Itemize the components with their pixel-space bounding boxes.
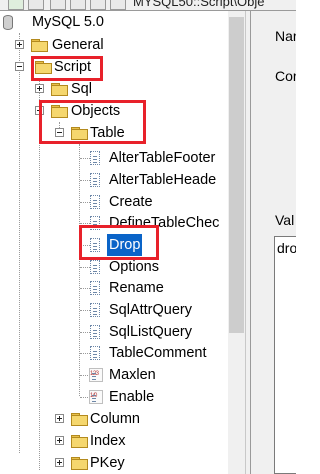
tree-node-root[interactable]: MySQL 5.0: [0, 11, 228, 33]
tree-node-label: General: [52, 37, 104, 53]
tree-node-pkey[interactable]: PKey: [0, 452, 228, 474]
folder-icon: [71, 435, 88, 448]
tree-leaf-label: Maxlen: [109, 367, 156, 383]
tree-leaf-altertablefooter[interactable]: AlterTableFooter: [0, 147, 228, 169]
tree-leaf-maxlen[interactable]: 123 Maxlen: [0, 364, 228, 386]
tree-leaf-create[interactable]: Create: [0, 191, 228, 213]
tree-line: [80, 180, 90, 181]
scrollbar-thumb[interactable]: [229, 17, 244, 333]
tree-leaf-label: SqlAttrQuery: [109, 302, 192, 318]
properties-pane: Nar Cor Val dro: [251, 11, 296, 474]
value-label: Val: [275, 212, 295, 228]
tree-node-index[interactable]: Index: [0, 430, 228, 452]
tree-node-label: Sql: [71, 81, 92, 97]
script-doc-icon: [90, 325, 100, 339]
expand-icon[interactable]: [35, 84, 44, 93]
folder-icon: [71, 457, 88, 470]
boolean-icon: 1/0: [89, 390, 103, 404]
tree-node-label: PKey: [90, 455, 125, 471]
value-textarea[interactable]: dro: [274, 236, 296, 474]
tree-leaf-label: Create: [109, 194, 153, 210]
toolbar-button-3[interactable]: [50, 0, 66, 10]
tree-node-sql[interactable]: Sql: [0, 78, 228, 100]
highlight-box-drop: [79, 225, 159, 260]
comment-label: Cor: [275, 68, 296, 84]
expand-icon[interactable]: [15, 40, 24, 49]
tree-leaf-label: Rename: [109, 280, 164, 296]
tree-leaf-label: AlterTableFooter: [109, 150, 216, 166]
tree-leaf-altertableheader[interactable]: AlterTableHeade: [0, 169, 228, 191]
toolbar-button-4[interactable]: [70, 0, 86, 10]
tree-line: [80, 288, 90, 289]
tree-scrollbar[interactable]: [228, 11, 245, 474]
number-icon: 123: [89, 368, 103, 382]
script-doc-icon: [90, 195, 100, 209]
name-label: Nar: [275, 28, 296, 44]
collapse-icon[interactable]: [15, 62, 24, 71]
tree-leaf-enable[interactable]: 1/0 Enable: [0, 386, 228, 408]
tree-line: [80, 310, 90, 311]
folder-icon: [31, 39, 48, 52]
highlight-box-script: [31, 56, 103, 81]
current-path: MYSQL50::Script\Obje: [133, 0, 265, 9]
script-doc-icon: [90, 281, 100, 295]
toolbar: MYSQL50::Script\Obje: [0, 0, 296, 11]
toolbar-button-6[interactable]: [110, 0, 126, 10]
tree-leaf-sqllistquery[interactable]: SqlListQuery: [0, 321, 228, 343]
tree-line: [80, 223, 90, 224]
tree-line: [80, 353, 90, 354]
value-text: dro: [277, 240, 296, 256]
tree-line: [80, 202, 90, 203]
toolbar-button-5[interactable]: [90, 0, 106, 10]
highlight-box-objects-table: [39, 100, 146, 144]
tree-leaf-rename[interactable]: Rename: [0, 277, 228, 299]
tree-leaf-label: SqlListQuery: [109, 324, 193, 340]
expand-icon[interactable]: [55, 458, 64, 467]
tree-node-label: Index: [90, 433, 126, 449]
tree-node-label: Column: [90, 411, 140, 427]
tree-leaf-label: TableComment: [109, 345, 207, 361]
expand-icon[interactable]: [55, 414, 64, 423]
toolbar-button-2[interactable]: [28, 0, 44, 10]
tree-leaf-label: Enable: [109, 389, 155, 405]
tree-line: [80, 267, 90, 268]
tree-node-column[interactable]: Column: [0, 408, 228, 430]
script-doc-icon: [90, 151, 100, 165]
script-doc-icon: [90, 303, 100, 317]
toolbar-button-1[interactable]: [8, 0, 24, 10]
tree-line: [80, 332, 90, 333]
tree-leaf-label: AlterTableHeade: [109, 172, 217, 188]
tree-node-general[interactable]: General: [0, 34, 228, 56]
tree-leaf-tablecomment[interactable]: TableComment: [0, 342, 228, 364]
folder-icon: [51, 83, 68, 96]
folder-icon: [71, 413, 88, 426]
database-icon: [3, 15, 13, 30]
script-doc-icon: [90, 260, 100, 274]
expand-icon[interactable]: [55, 436, 64, 445]
script-doc-icon: [90, 346, 100, 360]
tree-line: [80, 158, 90, 159]
script-doc-icon: [90, 173, 100, 187]
tree-leaf-sqlattrquery[interactable]: SqlAttrQuery: [0, 299, 228, 321]
tree-node-label: MySQL 5.0: [32, 14, 104, 30]
